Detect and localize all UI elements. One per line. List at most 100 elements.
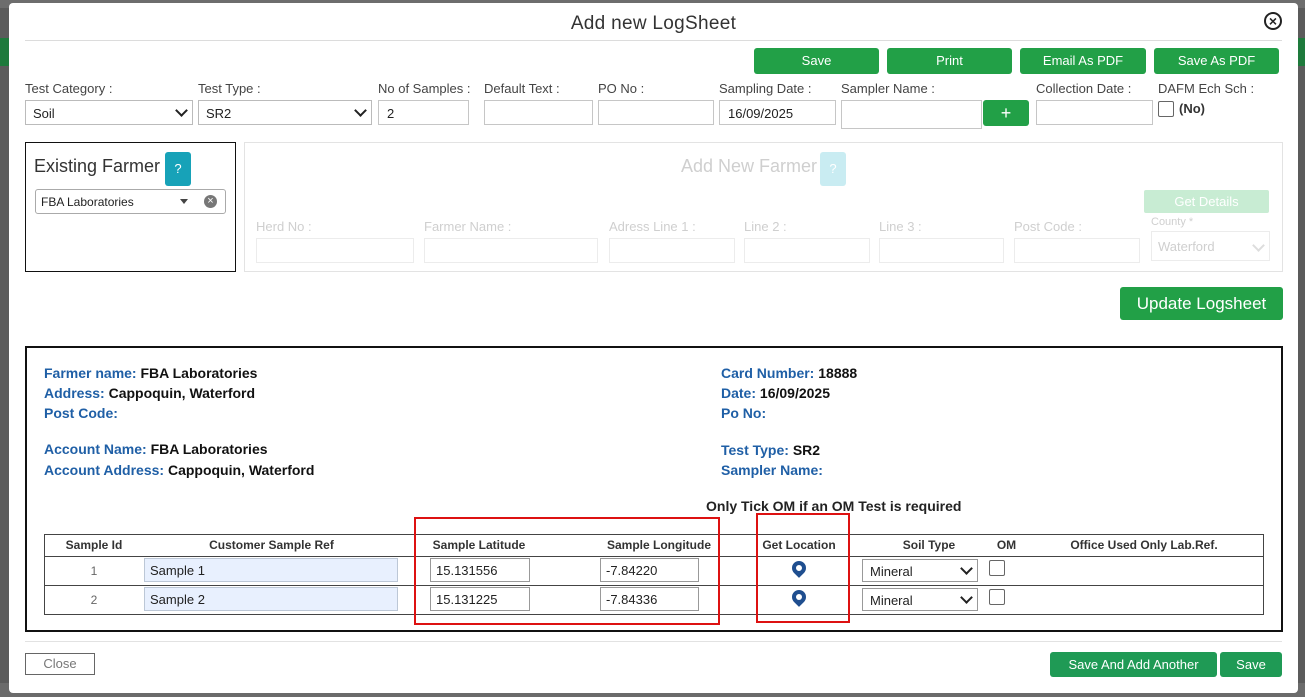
header-sample-id: Sample Id: [65, 538, 123, 552]
test-type-info-value: SR2: [792, 442, 821, 458]
get-details-button[interactable]: Get Details: [1144, 190, 1269, 213]
post-code-label: Post Code :: [1014, 219, 1082, 234]
post-code-info-label: Post Code:: [44, 405, 118, 421]
sampling-date-label: Sampling Date :: [719, 81, 812, 96]
header-customer-ref: Customer Sample Ref: [209, 538, 334, 552]
test-category-value: Soil: [33, 106, 55, 121]
header-soil-type: Soil Type: [902, 538, 956, 552]
customer-ref-input[interactable]: Sample 2: [144, 587, 398, 611]
help-icon[interactable]: ?: [165, 152, 191, 186]
customer-ref-input[interactable]: Sample 1: [144, 558, 398, 582]
om-checkbox[interactable]: [989, 560, 1005, 576]
line3-input[interactable]: [879, 238, 1004, 263]
line3-label: Line 3 :: [879, 219, 922, 234]
po-info: Po No:: [721, 405, 766, 421]
date-info-label: Date:: [721, 385, 757, 401]
om-note: Only Tick OM if an OM Test is required: [706, 498, 962, 514]
test-type-select[interactable]: SR2: [198, 100, 372, 125]
chevron-down-icon: [960, 591, 973, 604]
sampler-info-label: Sampler Name:: [721, 462, 823, 478]
default-text-input[interactable]: [484, 100, 593, 125]
highlight-get-location: [756, 513, 850, 623]
close-icon[interactable]: ×: [1264, 12, 1282, 30]
farmer-name-info-value: FBA Laboratories: [140, 365, 258, 381]
modal-title: Add new LogSheet: [570, 13, 737, 34]
add-sampler-button[interactable]: +: [983, 100, 1029, 126]
test-type-value: SR2: [206, 106, 232, 121]
new-farmer-panel: Add New Farmer ? Get Details Herd No : F…: [244, 142, 1283, 272]
soil-type-select[interactable]: Mineral: [862, 588, 978, 611]
footer-save-button[interactable]: Save: [1220, 652, 1282, 677]
account-name-info-label: Account Name:: [44, 441, 147, 457]
clear-icon[interactable]: ×: [204, 195, 217, 208]
card-number-info: Card Number: 18888: [721, 365, 857, 381]
soil-type-value: Mineral: [870, 564, 913, 579]
collection-date-label: Collection Date :: [1036, 81, 1132, 96]
date-info-value: 16/09/2025: [759, 385, 830, 401]
update-logsheet-button[interactable]: Update Logsheet: [1120, 287, 1283, 320]
print-button[interactable]: Print: [887, 48, 1012, 74]
card-number-info-value: 18888: [818, 365, 858, 381]
sampler-info: Sampler Name:: [721, 462, 823, 478]
line2-input[interactable]: [744, 238, 870, 263]
post-code-input[interactable]: [1014, 238, 1140, 263]
test-type-label: Test Type :: [198, 81, 261, 96]
county-value: Waterford: [1158, 239, 1215, 254]
po-no-label: PO No :: [598, 81, 645, 96]
divider: [25, 641, 1282, 642]
divider: [25, 40, 1282, 41]
existing-farmer-panel: Existing Farmer ? FBA Laboratories ×: [25, 142, 236, 272]
sampler-name-input[interactable]: [841, 100, 982, 129]
dafm-checkbox[interactable]: [1158, 101, 1174, 117]
highlight-coordinates: [414, 517, 720, 625]
sample-id: 2: [90, 593, 98, 607]
farmer-name-info-label: Farmer name:: [44, 365, 137, 381]
chevron-down-icon: [1252, 239, 1265, 252]
existing-farmer-heading: Existing Farmer: [34, 156, 161, 176]
chevron-down-icon: [960, 562, 973, 575]
chevron-down-icon: [354, 104, 367, 117]
help-icon[interactable]: ?: [820, 152, 846, 186]
sampling-date-input[interactable]: 16/09/2025: [719, 100, 836, 125]
close-button[interactable]: Close: [25, 653, 95, 675]
no-samples-input[interactable]: 2: [378, 100, 469, 125]
test-type-info: Test Type: SR2: [721, 442, 820, 458]
address-info: Address: Cappoquin, Waterford: [44, 385, 255, 401]
save-button[interactable]: Save: [754, 48, 879, 74]
herd-no-input[interactable]: [256, 238, 414, 263]
farmer-select[interactable]: FBA Laboratories ×: [35, 189, 226, 214]
dafm-label: DAFM Ech Sch :: [1158, 81, 1255, 96]
po-info-label: Po No:: [721, 405, 767, 421]
address1-input[interactable]: [609, 238, 735, 263]
save-pdf-button[interactable]: Save As PDF: [1154, 48, 1279, 74]
soil-type-value: Mineral: [870, 593, 913, 608]
soil-type-select[interactable]: Mineral: [862, 559, 978, 582]
email-pdf-button[interactable]: Email As PDF: [1020, 48, 1146, 74]
farmer-name-input[interactable]: [424, 238, 598, 263]
chevron-down-icon: [175, 104, 188, 117]
post-code-info: Post Code:: [44, 405, 118, 421]
farmer-name-label: Farmer Name :: [424, 219, 512, 234]
po-no-input[interactable]: [598, 100, 714, 125]
line2-label: Line 2 :: [744, 219, 787, 234]
new-farmer-heading: Add New Farmer: [681, 156, 818, 176]
account-address-info: Account Address: Cappoquin, Waterford: [44, 462, 314, 478]
save-and-add-button[interactable]: Save And Add Another: [1050, 652, 1217, 677]
account-name-info: Account Name: FBA Laboratories: [44, 441, 268, 457]
account-address-info-value: Cappoquin, Waterford: [167, 462, 315, 478]
card-number-info-label: Card Number:: [721, 365, 815, 381]
address1-label: Adress Line 1 :: [609, 219, 696, 234]
no-samples-label: No of Samples :: [378, 81, 471, 96]
sampler-name-label: Sampler Name :: [841, 81, 935, 96]
om-checkbox[interactable]: [989, 589, 1005, 605]
default-text-label: Default Text :: [484, 81, 560, 96]
test-category-select[interactable]: Soil: [25, 100, 193, 125]
collection-date-input[interactable]: [1036, 100, 1153, 125]
county-label: County *: [1151, 216, 1194, 228]
farmer-select-value: FBA Laboratories: [41, 195, 134, 209]
sample-id: 1: [90, 564, 98, 578]
county-select[interactable]: Waterford: [1151, 231, 1270, 261]
test-type-info-label: Test Type:: [721, 442, 789, 458]
logsheet-modal: Add new LogSheet × Save Print Email As P…: [9, 3, 1298, 693]
account-address-info-label: Account Address:: [44, 462, 165, 478]
